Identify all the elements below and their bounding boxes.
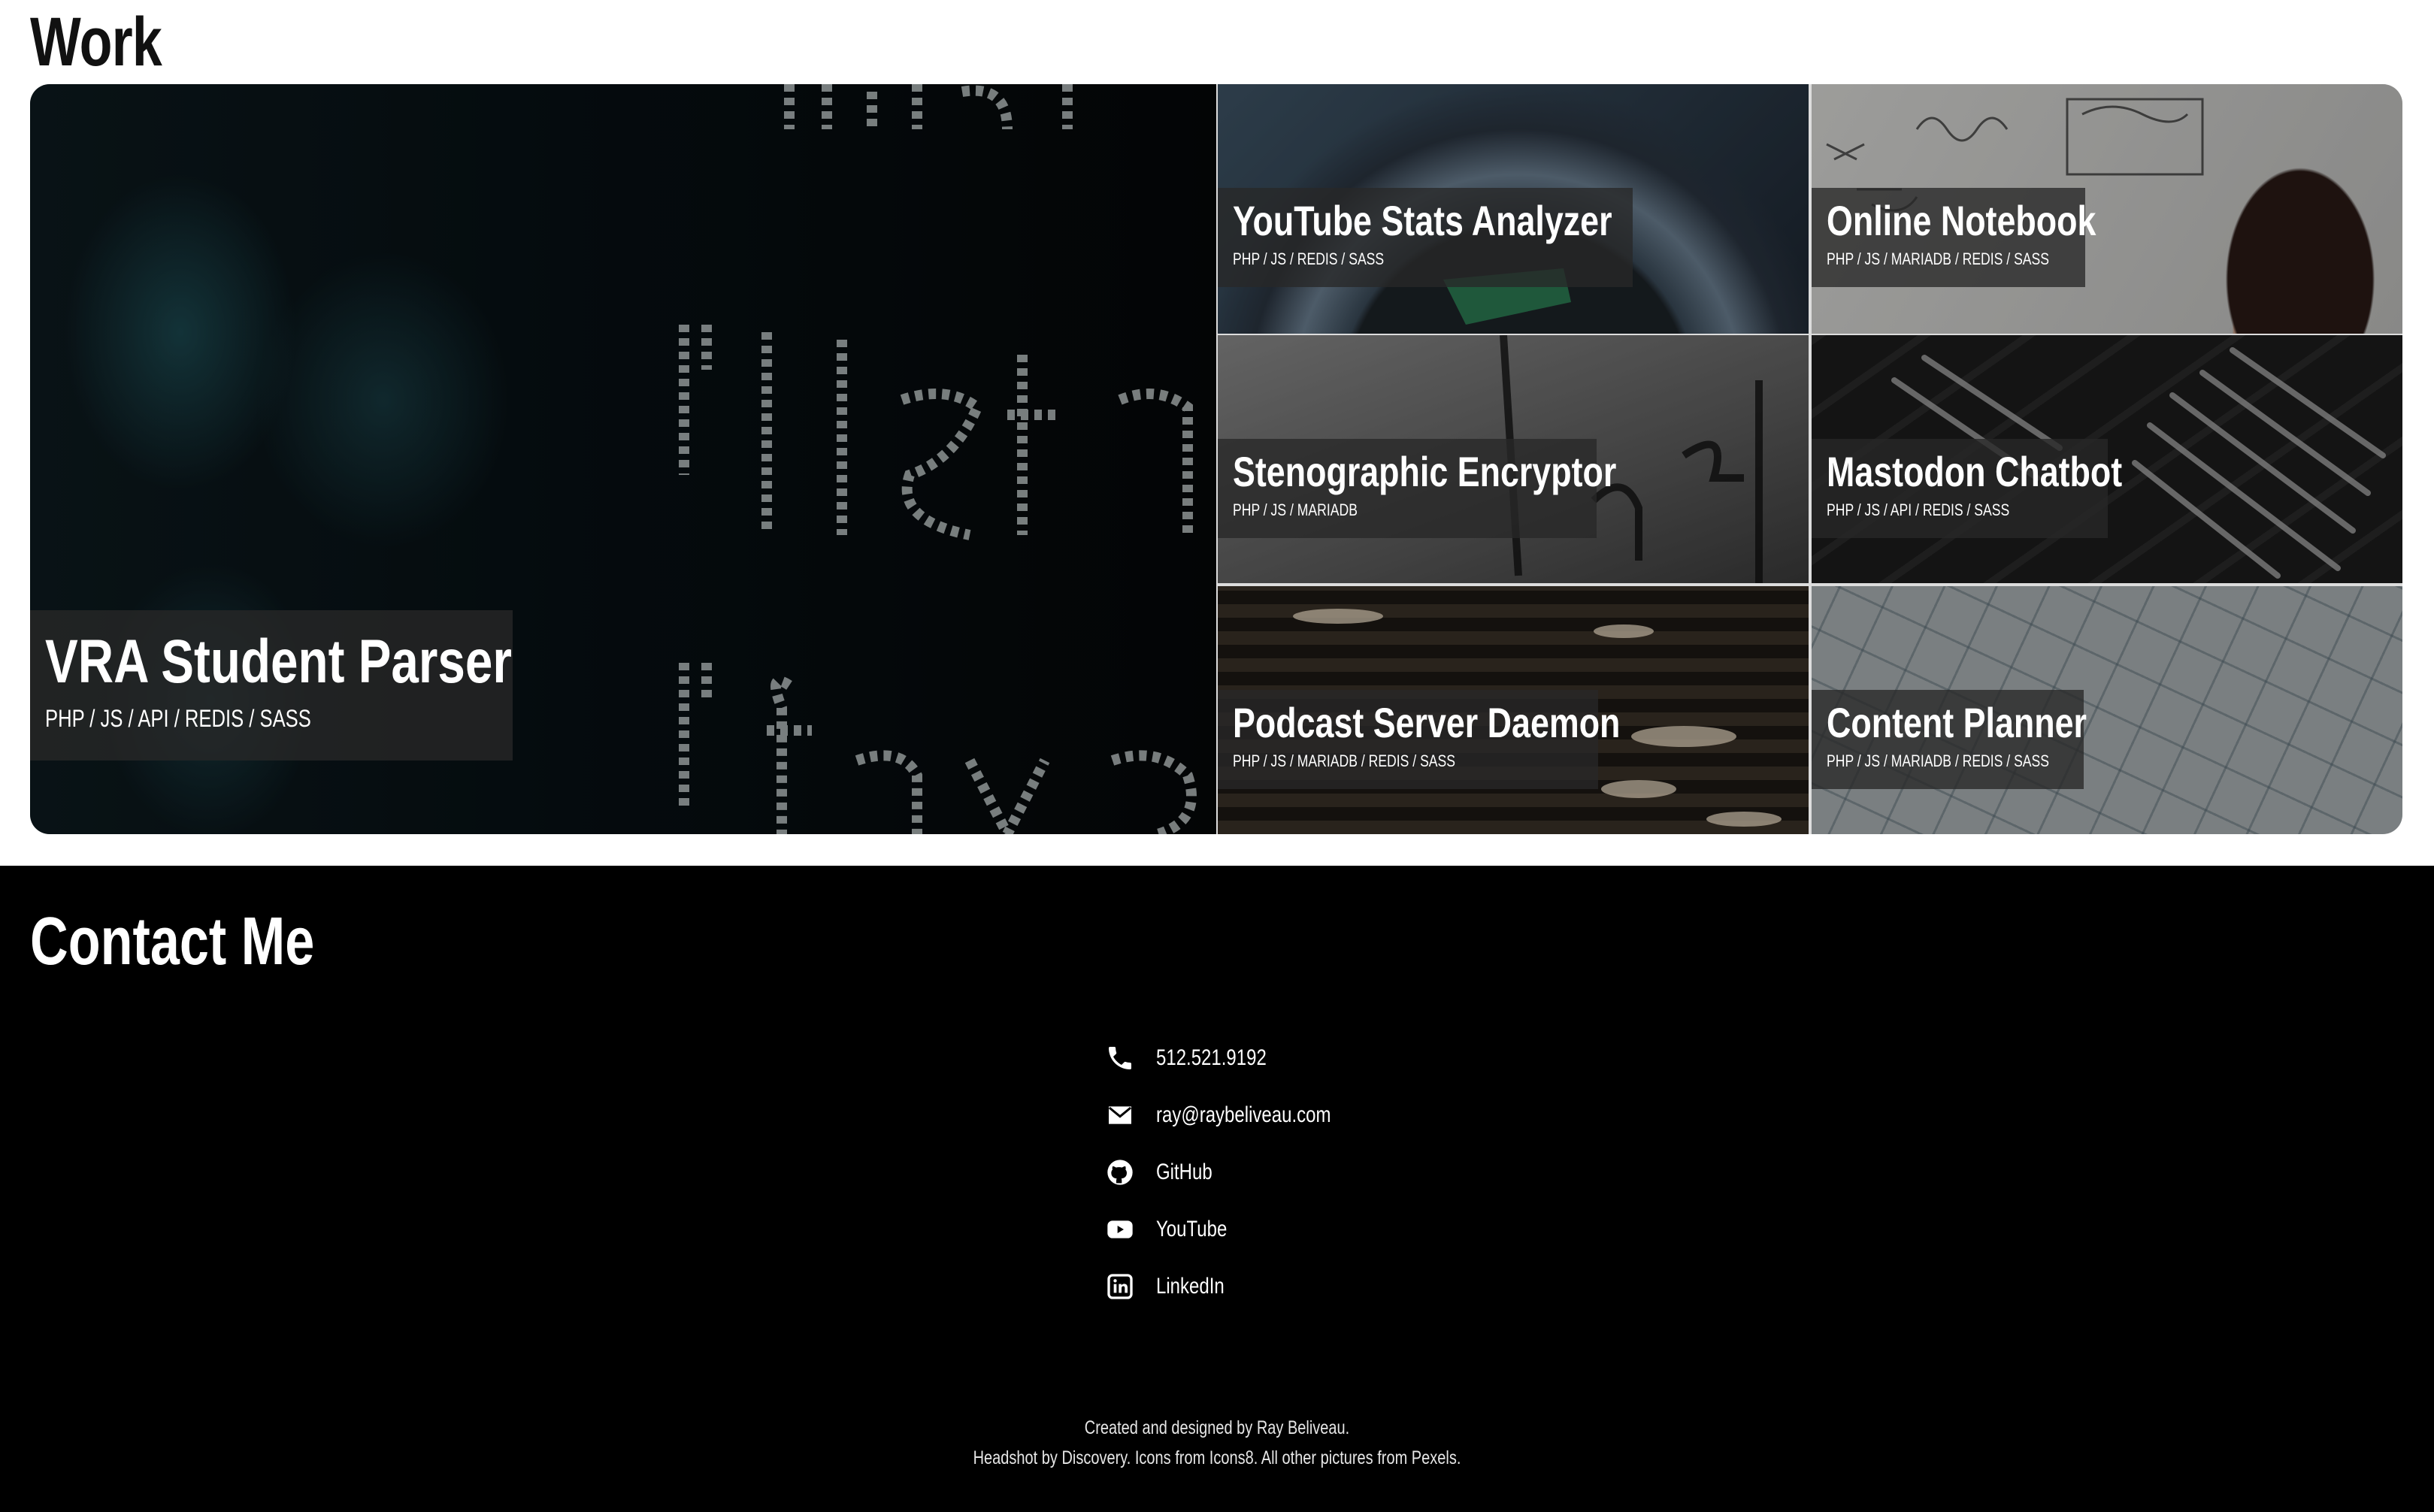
project-tile-podcast-server-daemon[interactable]: Podcast Server Daemon PHP / JS / MARIADB… xyxy=(1218,586,1809,834)
project-stack: PHP / JS / MARIADB / REDIS / SASS xyxy=(1827,751,2050,771)
linkedin-icon xyxy=(1105,1272,1135,1302)
project-stack: PHP / JS / MARIADB / REDIS / SASS xyxy=(1827,249,2050,269)
mail-icon xyxy=(1105,1100,1135,1130)
project-tile-stenographic-encryptor[interactable]: Stenographic Encryptor PHP / JS / MARIAD… xyxy=(1218,335,1809,583)
footer-line-credit: Created and designed by Ray Beliveau. xyxy=(1084,1417,1350,1438)
project-caption: Content Planner PHP / JS / MARIADB / RED… xyxy=(1812,690,2087,789)
project-title: Mastodon Chatbot xyxy=(1827,448,2123,495)
project-caption: Mastodon Chatbot PHP / JS / API / REDIS … xyxy=(1812,439,2123,538)
github-icon xyxy=(1105,1157,1135,1187)
contact-youtube-label: YouTube xyxy=(1156,1217,1228,1241)
project-tile-mastodon-chatbot[interactable]: Mastodon Chatbot PHP / JS / API / REDIS … xyxy=(1812,335,2402,583)
project-stack: PHP / JS / MARIADB / REDIS / SASS xyxy=(1233,751,1456,771)
project-stack: PHP / JS / MARIADB xyxy=(1233,500,1358,520)
project-stack: PHP / JS / API / REDIS / SASS xyxy=(1827,500,2010,520)
contact-github-link[interactable]: GitHub xyxy=(1105,1144,1375,1201)
project-stack: PHP / JS / REDIS / SASS xyxy=(1233,249,1385,269)
project-tile-content-planner[interactable]: Content Planner PHP / JS / MARIADB / RED… xyxy=(1812,586,2402,834)
project-caption: YouTube Stats Analyzer PHP / JS / REDIS … xyxy=(1218,188,1633,287)
contact-phone-link[interactable]: 512.521.9192 xyxy=(1105,1030,1375,1087)
project-title: VRA Student Parser xyxy=(45,627,512,696)
project-title: Content Planner xyxy=(1827,699,2087,746)
project-grid: VRA Student Parser PHP / JS / API / REDI… xyxy=(30,84,2402,834)
phone-icon xyxy=(1105,1043,1135,1073)
contact-section: Contact Me 512.521.9192 ray@raybeliveau.… xyxy=(0,866,2434,1512)
project-caption: Podcast Server Daemon PHP / JS / MARIADB… xyxy=(1218,690,1621,789)
project-tile-online-notebook[interactable]: Online Notebook PHP / JS / MARIADB / RED… xyxy=(1812,84,2402,334)
project-caption: Online Notebook PHP / JS / MARIADB / RED… xyxy=(1812,188,2096,287)
project-caption: VRA Student Parser PHP / JS / API / REDI… xyxy=(30,610,513,761)
project-title: YouTube Stats Analyzer xyxy=(1233,197,1612,244)
project-tile-youtube-stats-analyzer[interactable]: YouTube Stats Analyzer PHP / JS / REDIS … xyxy=(1218,84,1809,334)
contact-phone-label: 512.521.9192 xyxy=(1156,1045,1267,1070)
contact-email-link[interactable]: ray@raybeliveau.com xyxy=(1105,1087,1375,1144)
footer-line-attribution: Headshot by Discovery. Icons from Icons8… xyxy=(973,1447,1461,1468)
project-title: Online Notebook xyxy=(1827,197,2096,244)
project-tile-vra-student-parser[interactable]: VRA Student Parser PHP / JS / API / REDI… xyxy=(30,84,1216,834)
work-section: Work VRA Student Parser PHP / JS / API /… xyxy=(0,0,2434,866)
contact-youtube-link[interactable]: YouTube xyxy=(1105,1201,1375,1258)
contact-list: 512.521.9192 ray@raybeliveau.com GitHub … xyxy=(1105,1030,1375,1315)
project-title: Stenographic Encryptor xyxy=(1233,448,1617,495)
youtube-icon xyxy=(1105,1214,1135,1244)
contact-email-label: ray@raybeliveau.com xyxy=(1156,1102,1331,1127)
contact-linkedin-label: LinkedIn xyxy=(1156,1274,1225,1299)
project-caption: Stenographic Encryptor PHP / JS / MARIAD… xyxy=(1218,439,1617,538)
footer-credits: Created and designed by Ray Beliveau. He… xyxy=(0,1413,2434,1473)
project-stack: PHP / JS / API / REDIS / SASS xyxy=(45,705,311,733)
contact-github-label: GitHub xyxy=(1156,1160,1212,1184)
contact-linkedin-link[interactable]: LinkedIn xyxy=(1105,1258,1375,1315)
contact-heading: Contact Me xyxy=(30,904,315,979)
work-heading: Work xyxy=(30,4,162,80)
project-title: Podcast Server Daemon xyxy=(1233,699,1621,746)
